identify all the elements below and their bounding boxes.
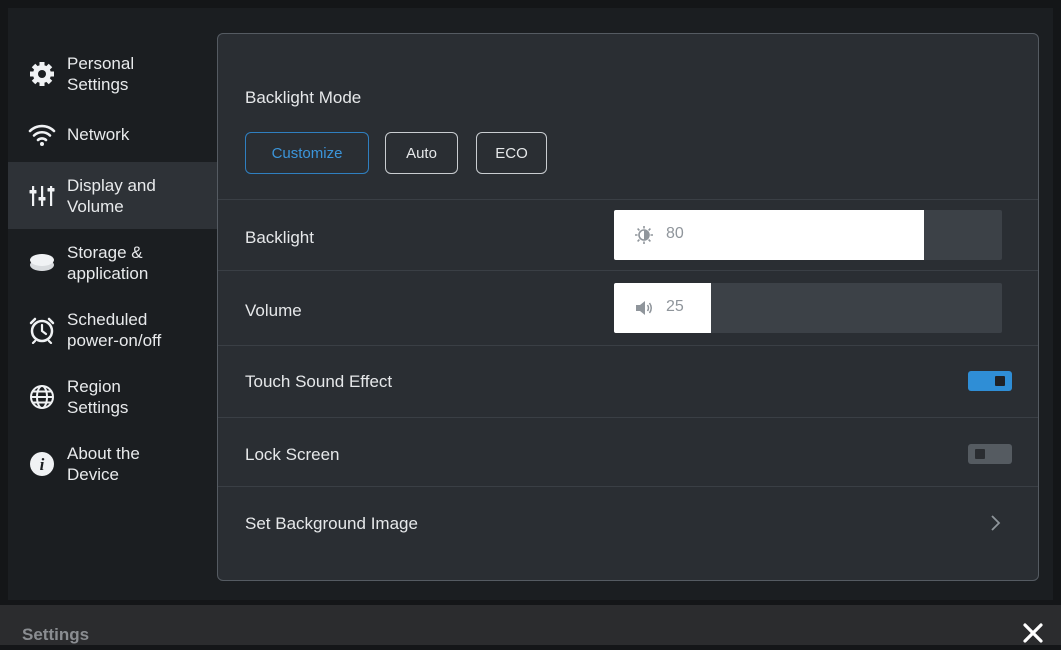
backlight-mode-title: Backlight Mode [245, 88, 362, 107]
globe-icon [25, 380, 59, 414]
sidebar-item-label: Personal Settings [67, 53, 135, 94]
mode-auto-button[interactable]: Auto [385, 132, 458, 174]
volume-label: Volume [245, 301, 302, 320]
divider [218, 417, 1038, 418]
sidebar-item-display-and-volume[interactable]: Display and Volume [8, 162, 218, 229]
wifi-icon [25, 118, 59, 152]
sidebar-item-label: About the Device [67, 443, 140, 484]
display-settings-panel: Backlight Mode Customize Auto ECO Backli… [217, 33, 1039, 581]
mode-customize-button[interactable]: Customize [245, 132, 369, 174]
storage-icon [25, 246, 59, 280]
gear-icon [25, 57, 59, 91]
lock-screen-toggle[interactable] [968, 444, 1012, 464]
sidebar-item-label: Display and Volume [67, 175, 156, 216]
toggle-knob [995, 376, 1005, 386]
backlight-value: 80 [666, 225, 684, 242]
sidebar-item-label: Region Settings [67, 376, 129, 417]
bottom-bar: Settings [0, 605, 1061, 645]
touch-sound-toggle[interactable] [968, 371, 1012, 391]
sidebar-item-region-settings[interactable]: Region Settings [8, 363, 218, 430]
sidebar: Personal Settings Network Display and Vo… [8, 40, 218, 497]
set-background-image-label: Set Background Image [245, 514, 418, 533]
brightness-icon [634, 225, 654, 245]
close-icon[interactable] [1021, 621, 1045, 645]
lock-screen-label: Lock Screen [245, 445, 340, 464]
divider [218, 270, 1038, 271]
touch-sound-label: Touch Sound Effect [245, 372, 393, 391]
sidebar-item-network[interactable]: Network [8, 107, 218, 162]
mode-eco-button[interactable]: ECO [476, 132, 547, 174]
svg-text:i: i [40, 455, 45, 474]
sidebar-item-storage-and-application[interactable]: Storage & application [8, 229, 218, 296]
sidebar-item-personal-settings[interactable]: Personal Settings [8, 40, 218, 107]
backlight-label: Backlight [245, 228, 314, 247]
sidebar-item-about-device[interactable]: i About the Device [8, 430, 218, 497]
divider [218, 199, 1038, 200]
settings-title: Settings [22, 625, 90, 644]
sidebar-item-label: Storage & application [67, 242, 149, 283]
info-icon: i [25, 447, 59, 481]
backlight-slider[interactable]: 80 [614, 210, 1002, 260]
volume-slider[interactable]: 25 [614, 283, 1002, 333]
sidebar-item-label: Network [67, 125, 130, 144]
divider [218, 345, 1038, 346]
speaker-icon [634, 298, 654, 318]
alarm-clock-icon [25, 313, 59, 347]
sidebar-item-label: Scheduled power-on/off [67, 309, 162, 350]
volume-slider-fill [614, 283, 711, 333]
toggle-knob [975, 449, 985, 459]
set-background-image-row[interactable]: Set Background Image [218, 487, 1038, 557]
backlight-slider-fill [614, 210, 925, 260]
volume-value: 25 [666, 298, 684, 315]
sliders-icon [25, 179, 59, 213]
sidebar-item-scheduled-power[interactable]: Scheduled power-on/off [8, 296, 218, 363]
chevron-right-icon [990, 514, 1002, 537]
